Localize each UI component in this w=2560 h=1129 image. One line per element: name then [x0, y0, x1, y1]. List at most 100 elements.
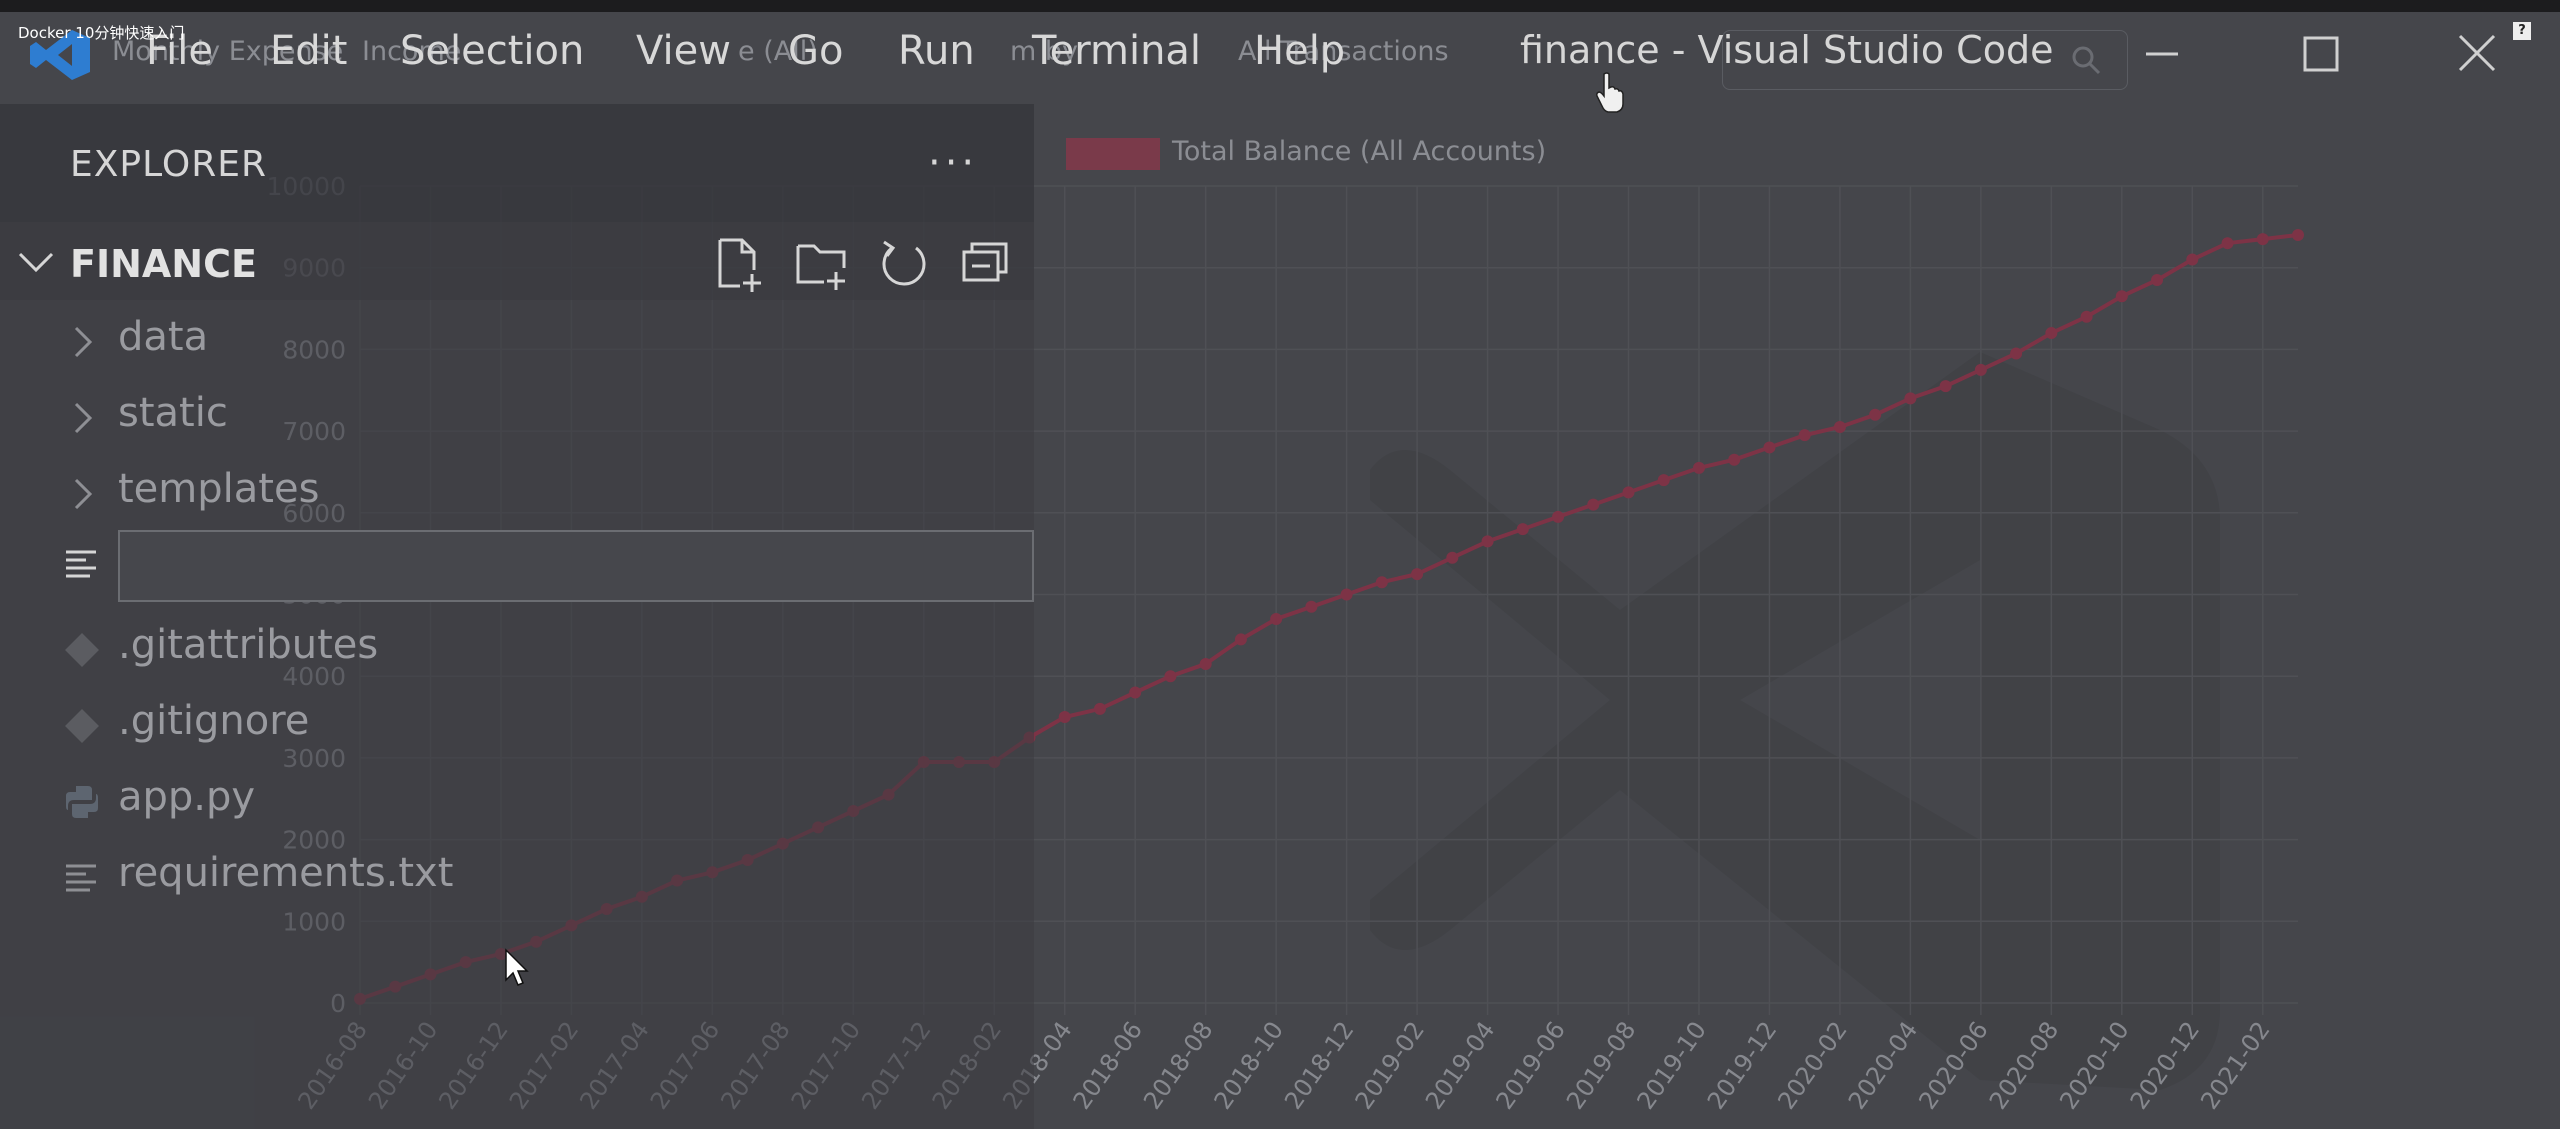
- video-title: Docker 10分钟快速入门: [18, 24, 185, 42]
- x-tick-label: 2019-02: [1350, 1016, 1430, 1114]
- data-point: [1763, 441, 1776, 454]
- vscode-watermark-icon: [1370, 352, 2220, 1090]
- data-point: [1305, 600, 1318, 613]
- data-point: [2080, 310, 2093, 323]
- x-tick-label: 2019-06: [1490, 1016, 1570, 1114]
- git-icon: [65, 633, 99, 667]
- x-tick-label: 2020-02: [1772, 1016, 1852, 1114]
- tree-item-label: .gitattributes: [118, 622, 379, 668]
- x-tick-label: 2018-10: [1209, 1016, 1289, 1114]
- hand-cursor-icon: [1596, 72, 1624, 113]
- new-file-icon[interactable]: [712, 236, 768, 292]
- tree-item-label: .gitignore: [118, 698, 310, 744]
- tree-item-gitattributes[interactable]: .gitattributes: [0, 612, 1034, 684]
- folder-name: FINANCE: [70, 242, 257, 286]
- data-point: [1516, 523, 1529, 536]
- explorer-header: EXPLORER ···: [0, 104, 1034, 222]
- menu-terminal[interactable]: Terminal: [1032, 28, 1201, 74]
- data-point: [2151, 273, 2164, 286]
- explorer-title: EXPLORER: [70, 144, 267, 185]
- x-tick-label: 2019-08: [1561, 1016, 1641, 1114]
- data-point: [1833, 421, 1846, 434]
- git-icon: [65, 709, 99, 743]
- data-point: [2045, 327, 2058, 340]
- data-point: [1058, 711, 1071, 724]
- menu-view[interactable]: View: [636, 28, 731, 74]
- collapse-all-icon[interactable]: [958, 236, 1014, 292]
- tree-item-gitignore[interactable]: .gitignore: [0, 688, 1034, 760]
- data-point: [1481, 535, 1494, 548]
- data-point: [1587, 498, 1600, 511]
- data-point: [1164, 670, 1177, 683]
- maximize-icon[interactable]: [2290, 28, 2350, 80]
- data-point: [1411, 568, 1424, 581]
- data-point: [1657, 474, 1670, 487]
- data-point: [1939, 380, 1952, 393]
- data-point: [1692, 461, 1705, 474]
- data-point: [1552, 510, 1565, 523]
- data-point: [1728, 453, 1741, 466]
- data-point: [1093, 702, 1106, 715]
- menu-edit[interactable]: Edit: [270, 28, 347, 74]
- menu-run[interactable]: Run: [898, 28, 975, 74]
- lines-file-icon: [66, 864, 96, 892]
- data-point: [1199, 657, 1212, 670]
- x-tick-label: 2018-06: [1068, 1016, 1148, 1114]
- data-point: [2221, 237, 2234, 250]
- menu-go[interactable]: Go: [788, 28, 843, 74]
- data-point: [1798, 429, 1811, 442]
- x-tick-label: 2019-12: [1702, 1016, 1782, 1114]
- data-point: [2292, 229, 2304, 242]
- chevron-right-icon: [74, 402, 93, 434]
- data-point: [1234, 633, 1247, 646]
- legend-label: Total Balance (All Accounts): [1172, 136, 1547, 167]
- minimize-icon[interactable]: [2132, 28, 2192, 80]
- refresh-icon[interactable]: [876, 236, 932, 292]
- title-bar: File Edit Selection View Go Run Terminal…: [0, 0, 2560, 104]
- arrow-cursor-icon: [505, 948, 529, 986]
- help-badge[interactable]: ?: [2513, 22, 2531, 40]
- tree-item-label: data: [118, 314, 209, 360]
- legend-swatch: [1066, 138, 1160, 170]
- x-tick-label: 2018-12: [1279, 1016, 1359, 1114]
- tree-item-label: templates: [118, 466, 320, 512]
- data-point: [2256, 233, 2269, 246]
- python-icon: [66, 786, 98, 818]
- x-tick-label: 2020-04: [1843, 1016, 1923, 1114]
- folder-header-finance[interactable]: FINANCE: [0, 222, 1034, 300]
- data-point: [2010, 347, 2023, 360]
- data-point: [1340, 588, 1353, 601]
- tree-item-requirements[interactable]: requirements.txt: [0, 840, 1034, 912]
- new-file-name-input[interactable]: [118, 530, 1034, 602]
- data-point: [1375, 576, 1388, 589]
- more-actions-icon[interactable]: ···: [928, 140, 978, 186]
- data-point: [1904, 392, 1917, 405]
- menu-selection[interactable]: Selection: [400, 28, 584, 74]
- x-tick-label: 2018-08: [1138, 1016, 1218, 1114]
- close-icon[interactable]: [2446, 28, 2506, 80]
- x-tick-label: 2019-10: [1631, 1016, 1711, 1114]
- x-tick-label: 2019-04: [1420, 1016, 1500, 1114]
- data-point: [1129, 686, 1142, 699]
- chevron-right-icon: [74, 478, 93, 510]
- tree-item-templates[interactable]: templates: [0, 456, 1034, 528]
- tree-item-data[interactable]: data: [0, 304, 1034, 376]
- chevron-right-icon: [74, 326, 93, 358]
- menu-help[interactable]: Help: [1254, 28, 1345, 74]
- window-title: finance - Visual Studio Code: [1520, 28, 2054, 72]
- data-point: [1270, 613, 1283, 626]
- chevron-down-icon: [18, 252, 54, 273]
- tree-item-label: requirements.txt: [118, 850, 454, 896]
- lines-file-icon: [66, 550, 96, 578]
- tree-item-label: app.py: [118, 774, 256, 820]
- data-point: [2186, 253, 2199, 266]
- tree-item-app-py[interactable]: app.py: [0, 764, 1034, 836]
- data-point: [1622, 486, 1635, 499]
- data-point: [1446, 551, 1459, 564]
- data-point: [1869, 408, 1882, 421]
- tree-item-label: static: [118, 390, 228, 436]
- tree-item-static[interactable]: static: [0, 380, 1034, 452]
- data-point: [2115, 290, 2128, 303]
- data-point: [1974, 363, 1987, 376]
- new-folder-icon[interactable]: [794, 236, 850, 292]
